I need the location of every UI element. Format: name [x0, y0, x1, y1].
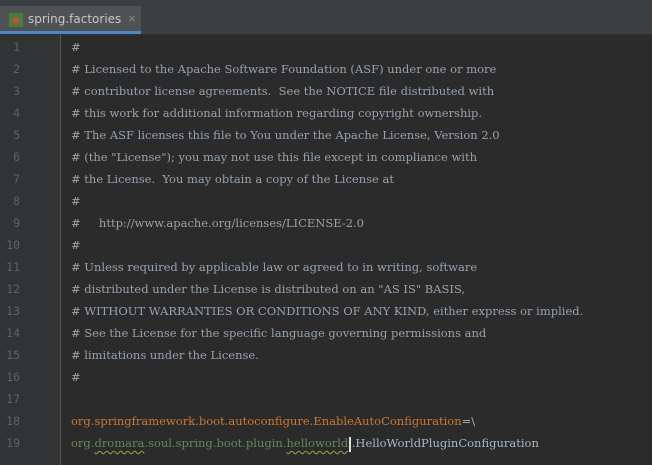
code-line[interactable]: # [71, 234, 81, 256]
line-number: 11 [6, 260, 20, 274]
comment-text: # (the "License"); you may not use this … [71, 150, 477, 164]
gutter-divider [60, 35, 61, 465]
line-number: 1 [13, 40, 20, 54]
line-number: 14 [6, 326, 20, 340]
tab-label: spring.factories [28, 11, 122, 26]
property-value-segment: helloworld [286, 436, 349, 450]
comment-text: # Licensed to the Apache Software Founda… [71, 62, 497, 76]
comment-text: # this work for additional information r… [71, 106, 483, 120]
code-line[interactable]: # distributed under the License is distr… [71, 278, 465, 300]
code-line[interactable]: # Unless required by applicable law or a… [71, 256, 477, 278]
comment-text: # distributed under the License is distr… [71, 282, 466, 296]
line-number: 9 [13, 216, 20, 230]
property-value-segment: dromara [94, 436, 145, 450]
comment-text: # Unless required by applicable law or a… [71, 260, 478, 274]
editor-tab-bar: spring.factories × [0, 0, 652, 35]
property-value-segment: .soul.spring.boot.plugin. [144, 436, 287, 450]
comment-text: # WITHOUT WARRANTIES OR CONDITIONS OF AN… [71, 304, 584, 318]
properties-file-icon [9, 12, 23, 27]
comment-text: # The ASF licenses this file to You unde… [71, 128, 500, 142]
property-value-segment: .HelloWorldPluginConfiguration [351, 436, 539, 450]
line-number: 3 [13, 84, 20, 98]
comment-text: # limitations under the License. [71, 348, 259, 362]
line-number: 7 [13, 172, 20, 186]
line-number: 13 [6, 304, 20, 318]
line-number: 2 [13, 62, 20, 76]
line-number: 17 [6, 392, 20, 406]
line-number: 15 [6, 348, 20, 362]
code-line[interactable]: org.springframework.boot.autoconfigure.E… [71, 410, 475, 432]
line-number: 10 [6, 238, 20, 252]
code-editor[interactable]: 1 2 3 4 5 6 7 8 9 10 11 12 13 14 15 16 17 18 19 # # License… [0, 35, 652, 465]
close-tab-icon[interactable]: × [127, 12, 136, 25]
code-line[interactable]: # [71, 366, 81, 388]
code-line[interactable]: # (the "License"); you may not use this … [71, 146, 477, 168]
code-line[interactable]: # See the License for the specific langu… [71, 322, 486, 344]
comment-text: # See the License for the specific langu… [71, 326, 487, 340]
code-line[interactable]: # Licensed to the Apache Software Founda… [71, 58, 496, 80]
code-line[interactable]: # [71, 190, 81, 212]
code-line[interactable]: # limitations under the License. [71, 344, 259, 366]
line-number: 8 [13, 194, 20, 208]
code-line[interactable]: org.dromara.soul.spring.boot.plugin.hell… [71, 432, 539, 454]
property-separator: =\ [461, 414, 476, 428]
code-line[interactable]: # this work for additional information r… [71, 102, 482, 124]
code-line[interactable]: # the License. You may obtain a copy of … [71, 168, 394, 190]
tab-spring-factories[interactable]: spring.factories × [0, 6, 141, 34]
line-number-gutter: 1 2 3 4 5 6 7 8 9 10 11 12 13 14 15 16 17 18 19 [0, 35, 60, 465]
line-number: 12 [6, 282, 20, 296]
comment-text: # [71, 238, 81, 252]
line-number: 5 [13, 128, 20, 142]
code-line[interactable]: # contributor license agreements. See th… [71, 80, 494, 102]
code-line[interactable]: # [71, 36, 81, 58]
line-number: 19 [6, 436, 20, 450]
comment-text: # [71, 370, 81, 384]
property-value-segment: org. [71, 436, 95, 450]
comment-text: # the License. You may obtain a copy of … [71, 172, 394, 186]
line-number: 18 [6, 414, 20, 428]
code-line[interactable]: # http://www.apache.org/licenses/LICENSE… [71, 212, 364, 234]
line-number: 16 [6, 370, 20, 384]
comment-text: # [71, 40, 81, 54]
text-cursor [349, 436, 351, 452]
line-number: 6 [13, 150, 20, 164]
comment-text: # http://www.apache.org/licenses/LICENSE… [71, 216, 364, 230]
comment-text: # contributor license agreements. See th… [71, 84, 495, 98]
property-key: org.springframework.boot.autoconfigure.E… [71, 414, 462, 428]
line-number: 4 [13, 106, 20, 120]
code-line[interactable]: # The ASF licenses this file to You unde… [71, 124, 500, 146]
code-line[interactable]: # WITHOUT WARRANTIES OR CONDITIONS OF AN… [71, 300, 583, 322]
comment-text: # [71, 194, 81, 208]
